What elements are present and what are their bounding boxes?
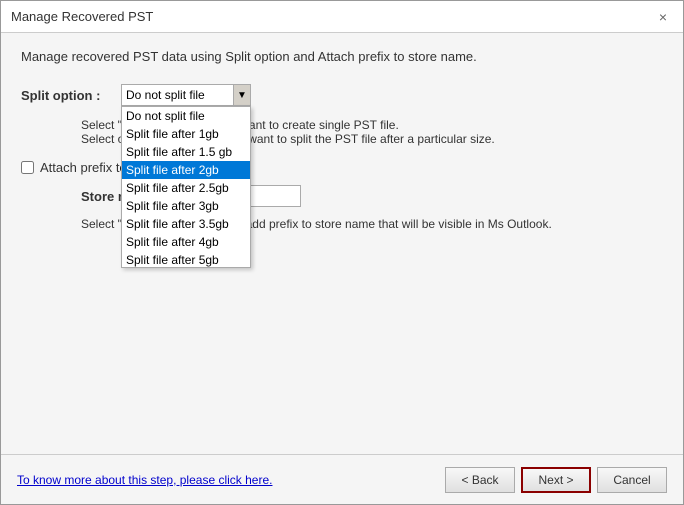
dropdown-item-2-5gb[interactable]: Split file after 2.5gb (122, 179, 250, 197)
split-option-row: Split option : Do not split file ▼ Do no… (21, 84, 663, 106)
footer-buttons: < Back Next > Cancel (445, 467, 667, 493)
split-select-wrapper: Do not split file ▼ (121, 84, 251, 106)
next-button[interactable]: Next > (521, 467, 591, 493)
dropdown-item-4gb[interactable]: Split file after 4gb (122, 233, 250, 251)
dropdown-item-3gb[interactable]: Split file after 3gb (122, 197, 250, 215)
content-area: Manage recovered PST data using Split op… (1, 33, 683, 454)
help-link[interactable]: To know more about this step, please cli… (17, 473, 272, 487)
dropdown-item-1-5gb[interactable]: Split file after 1.5 gb (122, 143, 250, 161)
title-bar: Manage Recovered PST × (1, 1, 683, 33)
close-button[interactable]: × (653, 7, 673, 27)
dropdown-item-1gb[interactable]: Split file after 1gb (122, 125, 250, 143)
dropdown-item-5gb[interactable]: Split file after 5gb (122, 251, 250, 267)
dropdown-item-3-5gb[interactable]: Split file after 3.5gb (122, 215, 250, 233)
attach-prefix-label: Attach prefix t (40, 160, 119, 175)
attach-prefix-row: Attach prefix to store name (21, 160, 663, 175)
dropdown-item-no-split[interactable]: Do not split file (122, 107, 250, 125)
dropdown-scroll-area[interactable]: Do not split file Split file after 1gb S… (122, 107, 250, 267)
header-description: Manage recovered PST data using Split op… (21, 49, 663, 64)
dialog-title: Manage Recovered PST (11, 9, 153, 24)
dropdown-item-2gb[interactable]: Split file after 2gb (122, 161, 250, 179)
footer: To know more about this step, please cli… (1, 454, 683, 504)
back-button[interactable]: < Back (445, 467, 515, 493)
dialog: Manage Recovered PST × Manage recovered … (0, 0, 684, 505)
split-option-label: Split option : (21, 88, 121, 103)
cancel-button[interactable]: Cancel (597, 467, 667, 493)
attach-info-text-c: ption to add prefix to store name that w… (203, 217, 552, 231)
split-select-display[interactable]: Do not split file (121, 84, 251, 106)
split-info-text2c: bu want to split the PST file after a pa… (232, 132, 495, 146)
split-dropdown: Do not split file Split file after 1gb S… (121, 106, 251, 268)
attach-prefix-checkbox[interactable] (21, 161, 34, 174)
